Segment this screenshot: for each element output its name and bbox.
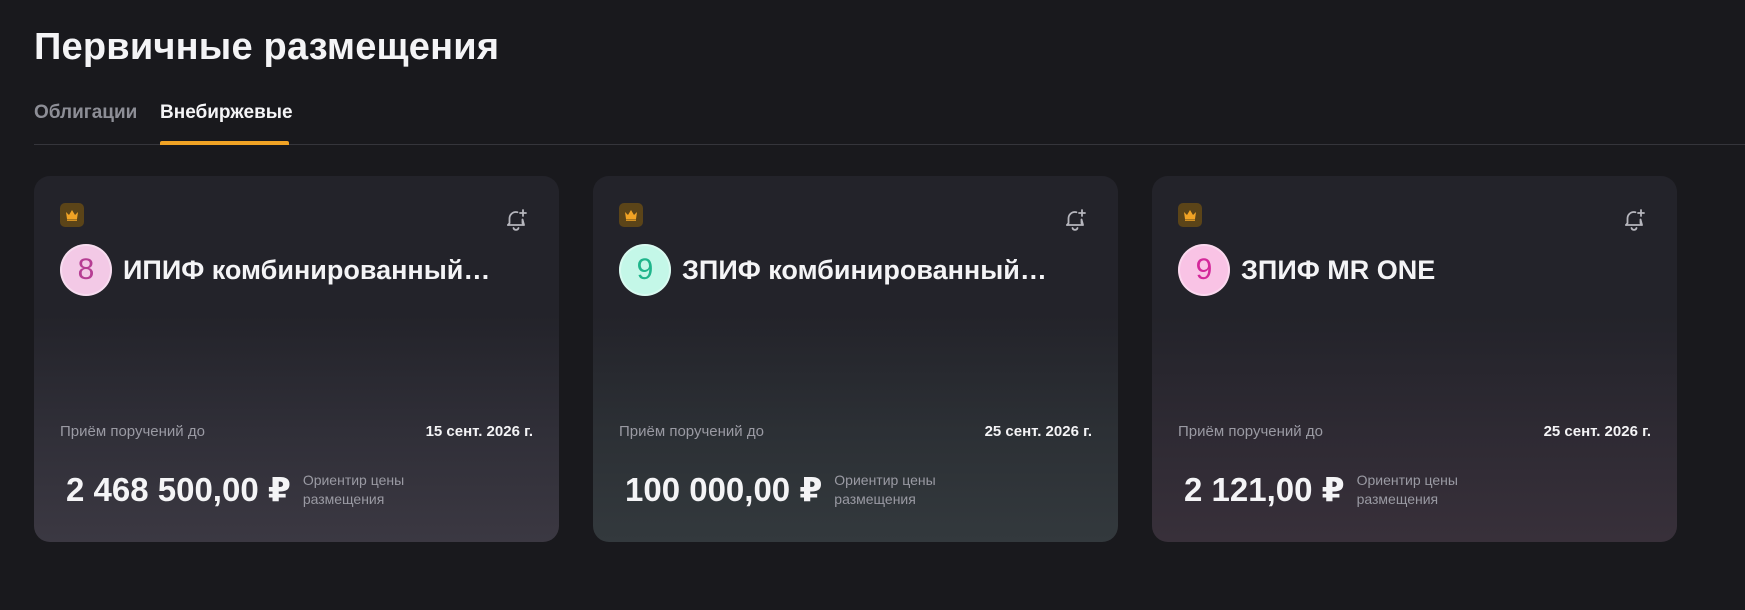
tabs-bar: Облигации Внебиржевые bbox=[34, 94, 1745, 145]
price-row: 100 000,00 ₽ Ориентир цены размещения bbox=[625, 470, 964, 509]
crown-icon bbox=[60, 203, 84, 227]
deadline-label: Приём поручений до bbox=[60, 423, 205, 440]
crown-icon bbox=[619, 203, 643, 227]
deadline-label: Приём поручений до bbox=[619, 423, 764, 440]
tab-bonds[interactable]: Облигации bbox=[34, 102, 137, 124]
fund-header: 9 ЗПИФ MR ONE bbox=[1178, 243, 1637, 297]
placement-card[interactable]: 8 ИПИФ комбинированный… Приём поручений … bbox=[34, 176, 559, 542]
price-caption: Ориентир цены размещения bbox=[1356, 471, 1458, 507]
fund-header: 8 ИПИФ комбинированный… bbox=[60, 243, 519, 297]
price-row: 2 121,00 ₽ Ориентир цены размещения bbox=[1184, 470, 1487, 509]
price-value: 2 468 500,00 ₽ bbox=[66, 471, 291, 508]
bell-plus-icon[interactable] bbox=[1617, 203, 1651, 237]
price-row: 2 468 500,00 ₽ Ориентир цены размещения bbox=[66, 470, 433, 509]
rating-badge: 9 bbox=[1178, 244, 1230, 296]
price-value: 100 000,00 ₽ bbox=[625, 471, 823, 508]
active-tab-indicator bbox=[160, 141, 289, 145]
crown-icon bbox=[1178, 203, 1202, 227]
bell-plus-icon[interactable] bbox=[1058, 203, 1092, 237]
bell-plus-icon[interactable] bbox=[499, 203, 533, 237]
deadline-row: Приём поручений до 25 сент. 2026 г. bbox=[1178, 423, 1651, 440]
placement-card[interactable]: 9 ЗПИФ комбинированный… Приём поручений … bbox=[593, 176, 1118, 542]
deadline-label: Приём поручений до bbox=[1178, 423, 1323, 440]
deadline-row: Приём поручений до 15 сент. 2026 г. bbox=[60, 423, 533, 440]
page-title: Первичные размещения bbox=[34, 26, 500, 68]
rating-badge: 8 bbox=[60, 244, 112, 296]
deadline-date: 25 сент. 2026 г. bbox=[1543, 423, 1651, 440]
rating-badge: 9 bbox=[619, 244, 671, 296]
tab-otc[interactable]: Внебиржевые bbox=[160, 102, 293, 124]
deadline-date: 15 сент. 2026 г. bbox=[425, 423, 533, 440]
fund-name: ИПИФ комбинированный… bbox=[123, 254, 491, 285]
fund-header: 9 ЗПИФ комбинированный… bbox=[619, 243, 1078, 297]
price-value: 2 121,00 ₽ bbox=[1184, 471, 1345, 508]
price-caption: Ориентир цены размещения bbox=[834, 471, 936, 507]
placement-card[interactable]: 9 ЗПИФ MR ONE Приём поручений до 25 сент… bbox=[1152, 176, 1677, 542]
deadline-date: 25 сент. 2026 г. bbox=[984, 423, 1092, 440]
deadline-row: Приём поручений до 25 сент. 2026 г. bbox=[619, 423, 1092, 440]
fund-name: ЗПИФ комбинированный… bbox=[682, 254, 1047, 285]
price-caption: Ориентир цены размещения bbox=[302, 471, 405, 507]
fund-name: ЗПИФ MR ONE bbox=[1241, 254, 1436, 285]
